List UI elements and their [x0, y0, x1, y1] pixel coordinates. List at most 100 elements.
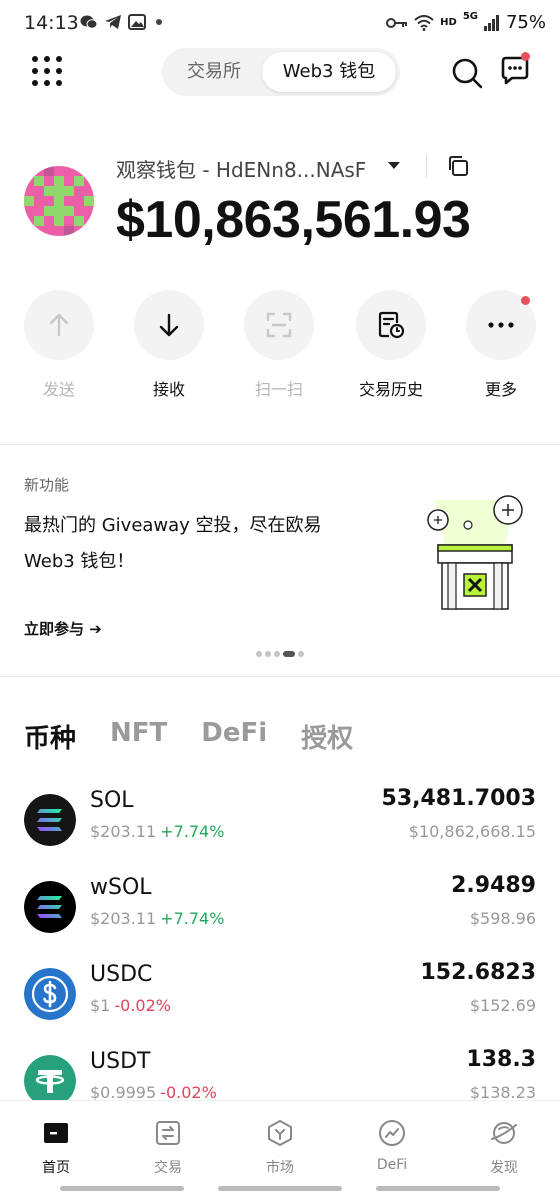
signal-icon [483, 14, 499, 31]
nav-defi[interactable]: DeFi [347, 1119, 437, 1173]
token-amount: 53,481.7003 [381, 786, 536, 811]
defi-icon [379, 1120, 405, 1146]
asset-tabs: 币种 NFT DeFi 授权 [24, 718, 353, 755]
more-button[interactable] [466, 290, 536, 360]
apps-menu-button[interactable] [32, 56, 62, 86]
more-badge [521, 296, 530, 305]
token-value: $598.96 [469, 909, 536, 928]
token-price-line: $203.11 +7.74% [90, 822, 224, 841]
nav-discover-label: 发现 [490, 1160, 518, 1176]
nav-home[interactable]: 首页 [11, 1119, 101, 1177]
banner-line-2: Web3 钱包！ [24, 551, 135, 572]
nav-home-label: 首页 [42, 1160, 70, 1176]
history-icon [378, 311, 405, 339]
token-price-line: $203.11 +7.74% [90, 909, 224, 928]
token-row-wsol[interactable]: wSOL $203.11 +7.74% 2.9489 $598.96 [0, 873, 560, 953]
section-divider [0, 676, 560, 677]
nav-defi-label: DeFi [376, 1157, 408, 1173]
wallet-icon [44, 1123, 68, 1143]
token-price: $1 [90, 996, 111, 1015]
wifi-icon [414, 14, 434, 31]
discover-icon [491, 1122, 517, 1144]
token-value: $10,862,668.15 [408, 822, 536, 841]
token-amount: 152.6823 [420, 960, 536, 985]
status-bar: 14:13 HD 5G 75% [0, 0, 560, 48]
history-action[interactable]: 交易历史 [346, 290, 436, 400]
token-row-sol[interactable]: SOL $203.11 +7.74% 53,481.7003 $10,862,66… [0, 786, 560, 866]
send-label: 发送 [42, 380, 75, 399]
nav-market[interactable]: 市场 [235, 1119, 325, 1177]
notification-badge [521, 52, 530, 61]
token-amount: 138.3 [466, 1047, 536, 1072]
token-symbol: USDC [90, 962, 153, 987]
wallet-dropdown-caret-icon[interactable] [388, 162, 400, 169]
tab-tokens[interactable]: 币种 [24, 718, 76, 755]
more-notifications-dot [156, 19, 162, 25]
banner-line-1: 最热门的 Giveaway 空投，尽在欧易 [24, 515, 322, 536]
wsol-icon [24, 881, 76, 933]
section-divider [0, 444, 560, 445]
market-icon [268, 1120, 292, 1146]
nav-market-label: 市场 [266, 1160, 294, 1176]
nav-discover[interactable]: 发现 [459, 1119, 549, 1177]
arrow-down-icon [159, 313, 179, 337]
usdc-icon [24, 968, 76, 1020]
sol-icon [24, 794, 76, 846]
tab-nft[interactable]: NFT [110, 718, 167, 755]
nav-trade[interactable]: 交易 [123, 1119, 213, 1177]
history-label: 交易历史 [358, 380, 423, 399]
notification-icons [80, 14, 162, 30]
messages-button[interactable] [498, 52, 532, 88]
banner-tag: 新功能 [24, 476, 70, 494]
separator [426, 156, 427, 178]
pager-dot [298, 651, 304, 657]
system-gesture-bar [218, 1186, 342, 1191]
token-symbol: wSOL [90, 875, 152, 900]
more-action[interactable]: 更多 [456, 290, 546, 400]
search-icon[interactable] [450, 56, 484, 90]
scan-label: 扫一扫 [254, 380, 303, 399]
receive-label: 接收 [152, 380, 185, 399]
banner-cta-link[interactable]: 立即参与 ➔ [24, 618, 102, 639]
receive-action[interactable]: 接收 [124, 290, 214, 400]
history-button[interactable] [356, 290, 426, 360]
token-value: $152.69 [469, 996, 536, 1015]
token-change: -0.02% [114, 996, 171, 1015]
hd-indicator: HD [440, 17, 457, 28]
telegram-icon [105, 15, 121, 29]
send-button[interactable] [24, 290, 94, 360]
pager-dot-active [283, 651, 295, 657]
pixel-avatar-icon [24, 166, 94, 236]
token-row-usdc[interactable]: USDC $1 -0.02% 152.6823 $152.69 [0, 960, 560, 1040]
swap-icon [156, 1121, 180, 1145]
wallet-name[interactable]: 观察钱包 - HdENn8...NAsF [116, 154, 366, 183]
pager-dot [274, 651, 280, 657]
battery-level: 75% [505, 12, 546, 33]
scan-button[interactable] [244, 290, 314, 360]
status-time: 14:13 [24, 12, 79, 34]
token-price: $203.11 [90, 822, 157, 841]
pager-dot [256, 651, 262, 657]
pager-dot [265, 651, 271, 657]
tab-exchange[interactable]: 交易所 [168, 52, 260, 92]
system-gesture-bar [60, 1186, 184, 1191]
nav-trade-label: 交易 [154, 1160, 182, 1176]
token-amount: 2.9489 [451, 873, 536, 898]
system-gesture-bar [376, 1186, 500, 1191]
token-change: +7.74% [160, 822, 225, 841]
arrow-up-icon [49, 313, 69, 337]
tab-approvals[interactable]: 授权 [301, 718, 353, 755]
bottom-nav: 首页 交易 市场 DeFi 发现 [0, 1100, 560, 1200]
tab-defi[interactable]: DeFi [201, 718, 267, 755]
token-price: $203.11 [90, 909, 157, 928]
tab-web3-wallet[interactable]: Web3 钱包 [262, 52, 396, 92]
banner-text: 最热门的 Giveaway 空投，尽在欧易 Web3 钱包！ [24, 508, 384, 580]
send-action[interactable]: 发送 [14, 290, 104, 400]
receive-button[interactable] [134, 290, 204, 360]
wallet-avatar[interactable] [24, 166, 94, 236]
copy-icon[interactable] [446, 154, 470, 178]
system-icons: HD 5G 75% [386, 11, 546, 33]
token-symbol: SOL [90, 788, 134, 813]
scan-action[interactable]: 扫一扫 [234, 290, 324, 400]
scan-icon [266, 312, 292, 338]
